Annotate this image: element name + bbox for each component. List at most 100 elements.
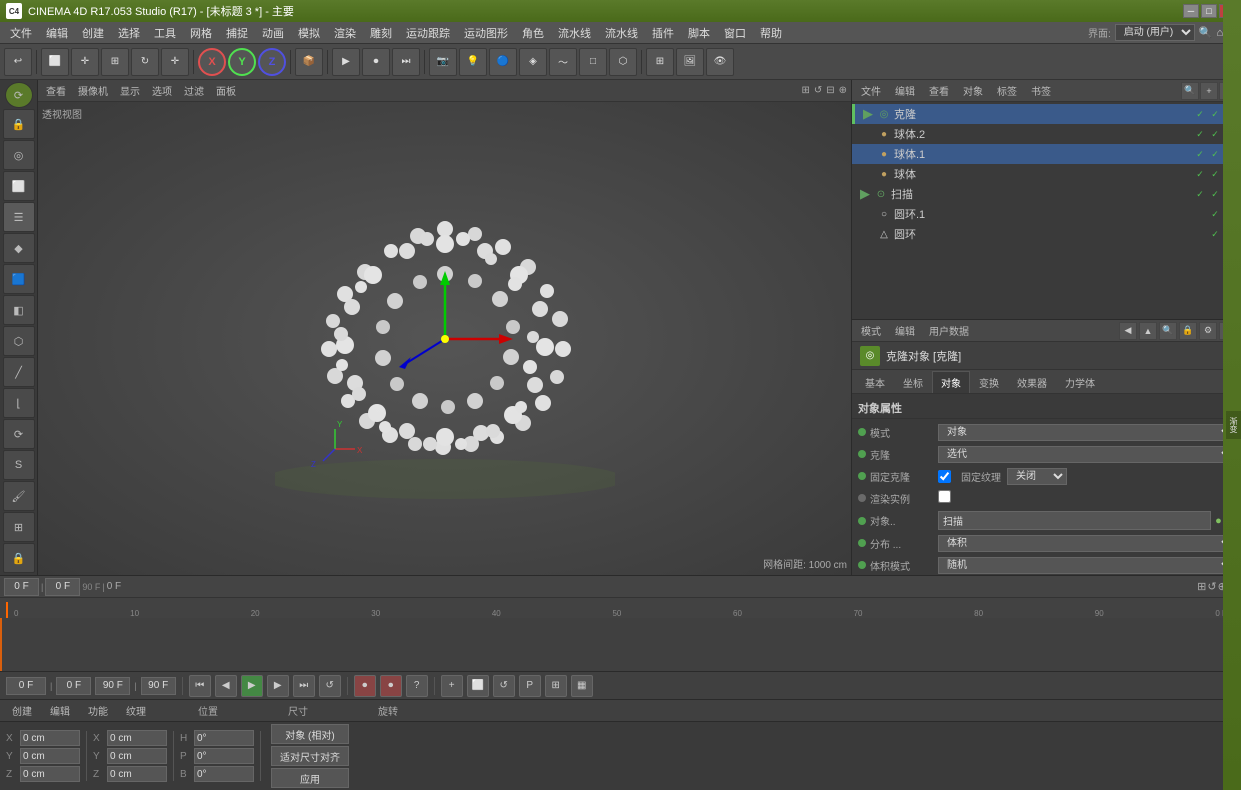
timeline-playhead[interactable]: [6, 602, 8, 618]
z-axis-button[interactable]: Z: [258, 48, 286, 76]
obj-menu-tag[interactable]: 标签: [992, 82, 1022, 99]
attr-nav-up[interactable]: ▲: [1139, 322, 1157, 340]
attr-tab-object[interactable]: 对象: [932, 371, 970, 393]
minimize-button[interactable]: ─: [1183, 4, 1199, 18]
flag-check-1[interactable]: ✓: [1193, 107, 1207, 121]
left-btn-10[interactable]: ⟳: [3, 419, 35, 449]
attr-tab-effector[interactable]: 效果器: [1008, 371, 1056, 393]
bottom-function[interactable]: 功能: [82, 702, 114, 719]
menu-motion-graph[interactable]: 运动图形: [458, 23, 514, 43]
pos-z-input[interactable]: [20, 766, 80, 782]
obj-menu-view[interactable]: 查看: [924, 82, 954, 99]
timeline-track[interactable]: [0, 618, 1241, 671]
size-z-input[interactable]: [107, 766, 167, 782]
apply-button[interactable]: 应用: [271, 768, 349, 788]
menu-render[interactable]: 渲染: [328, 23, 362, 43]
attr-edit[interactable]: 编辑: [890, 322, 920, 339]
timeline-icon1[interactable]: ⊞: [1197, 580, 1206, 593]
menu-mesh[interactable]: 网格: [184, 23, 218, 43]
menu-plugin[interactable]: 插件: [646, 23, 680, 43]
flag-check-1[interactable]: ✓: [1208, 227, 1222, 241]
playback-start[interactable]: [6, 677, 46, 695]
obj-row-scan[interactable]: ▶ ⊙ 扫描 ✓ ✓ ●: [852, 184, 1241, 204]
apply-size-button[interactable]: 适对尺寸对齐: [271, 746, 349, 766]
object-relative-button[interactable]: 对象 (相对): [271, 724, 349, 744]
play-button[interactable]: ▶: [241, 675, 263, 697]
obj-menu-edit[interactable]: 编辑: [890, 82, 920, 99]
viewport-nav-icon1[interactable]: ⊞: [801, 85, 809, 96]
obj-menu-object[interactable]: 对象: [958, 82, 988, 99]
left-btn-5[interactable]: ◆: [3, 233, 35, 263]
obj-row-ring[interactable]: △ 圆环 ✓ ✓: [852, 224, 1241, 244]
attr-tab-transform[interactable]: 变换: [970, 371, 1008, 393]
flag-check-2[interactable]: ✓: [1208, 187, 1222, 201]
search-icon[interactable]: 🔍: [1199, 26, 1213, 39]
attr-lock[interactable]: 🔒: [1179, 322, 1197, 340]
left-btn-cube[interactable]: 🟦: [3, 264, 35, 294]
size-y-input[interactable]: [107, 748, 167, 764]
record-button[interactable]: ⏺: [354, 675, 376, 697]
loop-button[interactable]: ↺: [319, 675, 341, 697]
rot-b-input[interactable]: [194, 766, 254, 782]
vp-camera[interactable]: 摄像机: [74, 82, 112, 99]
obj-ref-pick-icon[interactable]: ●: [1215, 515, 1222, 527]
flag-check-1[interactable]: ✓: [1193, 127, 1207, 141]
menu-create[interactable]: 创建: [76, 23, 110, 43]
key-sel-button[interactable]: ↺: [493, 675, 515, 697]
attr-settings[interactable]: ⚙: [1199, 322, 1217, 340]
morph-tool[interactable]: 👁: [706, 48, 734, 76]
prev-frame-button[interactable]: ◀: [215, 675, 237, 697]
obj-row-sphere1[interactable]: ● 球体.1 ✓ ✓ ●: [852, 144, 1241, 164]
object-tool[interactable]: 📦: [295, 48, 323, 76]
attr-select-mode[interactable]: 对象: [938, 424, 1235, 441]
menu-sim[interactable]: 模拟: [292, 23, 326, 43]
obj-menu-bookmark[interactable]: 书签: [1026, 82, 1056, 99]
menu-snap[interactable]: 捕捉: [220, 23, 254, 43]
obj-row-circle1[interactable]: ○ 圆环.1 ✓ ✓: [852, 204, 1241, 224]
fixed-texture-select[interactable]: 关闭: [1007, 468, 1067, 485]
obj-hdr-search[interactable]: 🔍: [1181, 82, 1199, 100]
key-grid-button[interactable]: ⊞: [545, 675, 567, 697]
select-tool[interactable]: ⬜: [41, 48, 69, 76]
spline-tool[interactable]: 〜: [549, 48, 577, 76]
viewport[interactable]: 透视视图: [38, 102, 851, 575]
left-btn-s[interactable]: S: [3, 450, 35, 480]
obj-row-sphere[interactable]: ● 球体 ✓ ✓ ●: [852, 164, 1241, 184]
object-clone[interactable]: ◈: [519, 48, 547, 76]
playback-end1[interactable]: [95, 677, 130, 695]
menu-file[interactable]: 文件: [4, 23, 38, 43]
bottom-texture[interactable]: 纹理: [120, 702, 152, 719]
attr-search[interactable]: 🔍: [1159, 322, 1177, 340]
go-start-button[interactable]: ⏮: [189, 675, 211, 697]
pos-y-input[interactable]: [20, 748, 80, 764]
obj-row-sphere2[interactable]: ● 球体.2 ✓ ✓ ●: [852, 124, 1241, 144]
scale-tool[interactable]: ⊞: [101, 48, 129, 76]
menu-pipeline2[interactable]: 流水线: [599, 23, 644, 43]
playback-current[interactable]: [56, 677, 91, 695]
render-view[interactable]: 🖼: [676, 48, 704, 76]
rotate-tool[interactable]: ↻: [131, 48, 159, 76]
interface-select[interactable]: 启动 (用户): [1115, 24, 1195, 41]
light-tool[interactable]: 💡: [459, 48, 487, 76]
fixed-clone-checkbox[interactable]: [938, 470, 951, 483]
attr-userdata[interactable]: 用户数据: [924, 322, 974, 339]
frame-mode-button[interactable]: ▦: [571, 675, 593, 697]
attr-select-dist[interactable]: 体积: [938, 535, 1235, 552]
viewport-nav-icon2[interactable]: ↺: [814, 85, 822, 96]
go-end-button[interactable]: ⏭: [293, 675, 315, 697]
anim-key[interactable]: ⏭: [392, 48, 420, 76]
left-btn-9[interactable]: ⌊: [3, 388, 35, 418]
bottom-create[interactable]: 创建: [6, 702, 38, 719]
timeline-icon2[interactable]: ↺: [1207, 580, 1216, 593]
menu-edit[interactable]: 编辑: [40, 23, 74, 43]
left-btn-7[interactable]: ⬡: [3, 326, 35, 356]
auto-key-button[interactable]: ⏺: [380, 675, 402, 697]
rot-p-input[interactable]: [194, 748, 254, 764]
rot-h-input[interactable]: [194, 730, 254, 746]
flag-check-2[interactable]: ✓: [1208, 127, 1222, 141]
anim-record[interactable]: ⏺: [362, 48, 390, 76]
viewport-nav-icon3[interactable]: ⊟: [826, 85, 834, 96]
menu-sculpt[interactable]: 雕刻: [364, 23, 398, 43]
vp-view[interactable]: 查看: [42, 82, 70, 99]
size-x-input[interactable]: [107, 730, 167, 746]
